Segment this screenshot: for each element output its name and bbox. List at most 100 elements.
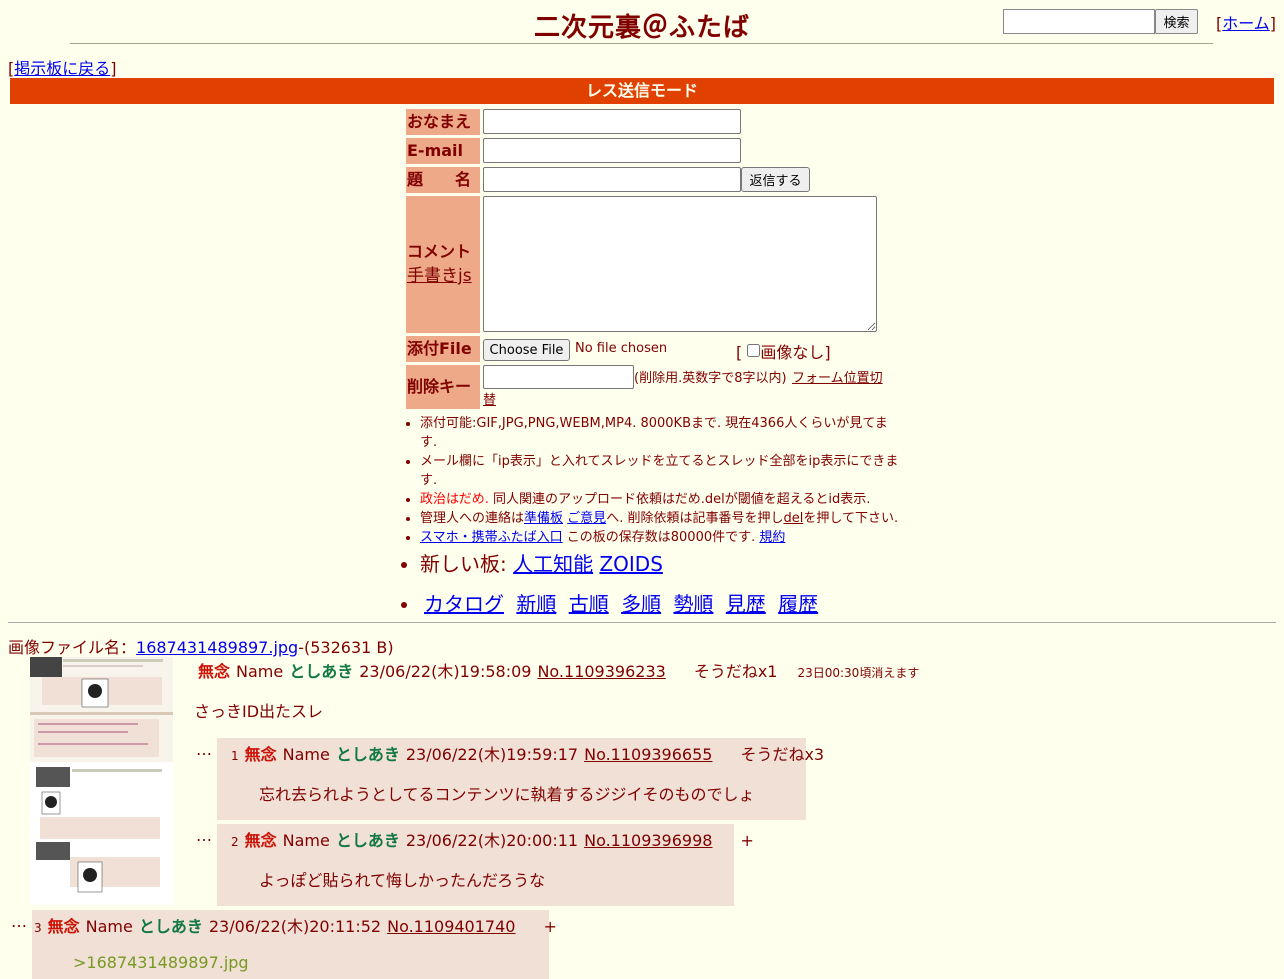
note-contact: 管理人への連絡は準備板 ご意見へ. 削除依頼は記事番号を押しdelを押して下さい… (420, 509, 902, 528)
reply-3-post-number[interactable]: No.1109401740 (387, 917, 515, 936)
view-history-link[interactable]: 見歴 (726, 592, 766, 616)
reply-2-post-number[interactable]: No.1109396998 (584, 831, 712, 850)
reply-3-name: としあき (138, 917, 203, 936)
reply-1-body: 忘れ去られようとしてるコンテンツに執着するジジイそのものでしょ (259, 785, 755, 804)
mobile-entrance-link[interactable]: スマホ・携帯ふたば入口 (420, 530, 563, 545)
reply-1-name: としあき (335, 745, 400, 764)
terms-link[interactable]: 規約 (759, 530, 785, 545)
reply-3-number: 3 (34, 921, 42, 935)
file-size: -(532631 B) (298, 638, 394, 657)
no-image-checkbox[interactable] (747, 344, 761, 357)
note-rules: 政治はだめ. 同人関連のアップロード依頼はだめ.delが閾値を超えるとid表示. (420, 490, 902, 509)
reply-1-header: 1 無念 Name としあき 23/06/22(木)19:59:17 No.1109396… (231, 741, 830, 765)
op-body: さっきID出たスレ (194, 702, 324, 721)
file-info-label: 画像ファイル名： (8, 638, 137, 657)
note-no-politics: 政治はだめ. (420, 492, 489, 507)
form-position-toggle-link[interactable]: フォーム位置切替 (483, 368, 883, 412)
name-field[interactable] (483, 109, 741, 134)
file-info: 画像ファイル名：1687431489897.jpg-(532631 B) (8, 634, 394, 658)
del-link[interactable]: del (783, 511, 803, 526)
reply-3-date: 23/06/22(木)20:11:52 (208, 917, 382, 936)
op-subject: 無念 (198, 662, 231, 681)
submit-reply-button[interactable]: 返信する (741, 167, 810, 192)
back-nav: [掲示板に戻る] (8, 59, 117, 78)
note-storage-text: この板の保存数は80000件です. (562, 530, 756, 545)
no-file-text: No file chosen (575, 341, 668, 356)
reply-2-header: 2 無念 Name としあき 23/06/22(木)20:00:11 No.1109396… (231, 827, 760, 851)
tegaki-link[interactable]: 手書きjs (407, 266, 472, 286)
post-history-link[interactable]: 履歴 (778, 592, 818, 616)
op-name-label: Name (236, 662, 284, 681)
reply-2-date: 23/06/22(木)20:00:11 (405, 831, 579, 850)
reply-1-number: 1 (231, 749, 239, 763)
catalog-link[interactable]: カタログ (424, 592, 504, 616)
note-rules-text: 同人関連のアップロード依頼はだめ.delが閾値を超えるとid表示. (488, 492, 871, 507)
thumbnail-image (30, 657, 173, 905)
reply-3-dots: … (11, 912, 27, 931)
reply-2-number: 2 (231, 835, 239, 849)
note-delete-text: へ. 削除依頼は記事番号を押し (606, 511, 784, 526)
reply-1-date: 23/06/22(木)19:59:17 (405, 745, 579, 764)
op-name: としあき (289, 662, 354, 681)
board-link-ai[interactable]: 人工知能 (513, 552, 593, 576)
junbi-board-link[interactable]: 準備板 (524, 511, 563, 526)
note-mobile: スマホ・携帯ふたば入口 この板の保存数は80000件です. 規約 (420, 528, 902, 547)
search-input[interactable] (1003, 9, 1155, 34)
thread-thumbnail[interactable] (30, 657, 173, 905)
op-post-header: 無念 Name としあき 23/06/22(木)19:58:09 No.11093962… (198, 658, 925, 682)
board-notes: 添付可能:GIF,JPG,PNG,WEBM,MP4. 8000KBまで. 現在4… (402, 414, 902, 617)
name-label: おなまえ (406, 109, 480, 135)
reply-mode-banner: レス送信モード (10, 78, 1274, 104)
sort-many-link[interactable]: 多順 (621, 592, 661, 616)
search-button[interactable]: 検索 (1155, 9, 1198, 34)
reply-1-subject: 無念 (244, 745, 277, 764)
image-file-link[interactable]: 1687431489897.jpg (136, 638, 298, 657)
no-image-label: 画像なし (760, 343, 825, 362)
note-delete-end: を押して下さい. (803, 511, 899, 526)
reply-3-subject: 無念 (47, 917, 80, 936)
op-post-number[interactable]: No.1109396233 (537, 662, 665, 681)
op-expire-text: 23日00:30頃消えます (797, 666, 920, 680)
title-divider (70, 43, 1213, 44)
comment-label-cell: コメント 手書きjs (406, 196, 480, 333)
comment-label: コメント (407, 242, 472, 261)
choose-file-button[interactable]: Choose File (483, 339, 570, 361)
delete-key-label: 削除キー (406, 365, 480, 409)
email-field[interactable] (483, 138, 741, 163)
op-sodane-button[interactable]: そうだねx1 (694, 662, 778, 681)
reply-3-header: 3 無念 Name としあき 23/06/22(木)20:11:52 No.1109401… (34, 913, 563, 937)
feedback-link[interactable]: ご意見 (567, 511, 606, 526)
home-nav: [ホーム] (1216, 14, 1277, 33)
reply-3-body: >1687431489897.jpg (73, 953, 249, 972)
reply-2-body: よっぽど貼られて悔しかったんだろうな (259, 871, 546, 890)
thread-divider (8, 622, 1276, 623)
sort-momentum-link[interactable]: 勢順 (673, 592, 713, 616)
subject-field[interactable] (483, 167, 741, 192)
reply-1-post-number[interactable]: No.1109396655 (584, 745, 712, 764)
sort-new-link[interactable]: 新順 (516, 592, 556, 616)
reply-1-name-label: Name (282, 745, 330, 764)
new-boards-label: 新しい板: (420, 552, 514, 576)
reply-2-subject: 無念 (244, 831, 277, 850)
reply-2-dots: … (196, 826, 212, 845)
sort-old-link[interactable]: 古順 (569, 592, 609, 616)
comment-textarea[interactable] (483, 196, 877, 332)
no-image-option: [ 画像なし] (736, 343, 831, 362)
reply-3-sodane-button[interactable]: + (543, 917, 556, 936)
reply-1-sodane-button[interactable]: そうだねx3 (740, 745, 824, 764)
email-label: E-mail (406, 138, 480, 164)
home-link[interactable]: ホーム (1222, 14, 1270, 33)
note-filetypes: 添付可能:GIF,JPG,PNG,WEBM,MP4. 8000KBまで. 現在4… (420, 414, 902, 452)
board-link-zoids[interactable]: ZOIDS (599, 552, 662, 576)
sort-links: カタログ 新順 古順 多順 勢順 見歴 履歴 (420, 591, 902, 617)
reply-3-name-label: Name (85, 917, 133, 936)
reply-2-sodane-button[interactable]: + (740, 831, 753, 850)
back-to-board-link[interactable]: 掲示板に戻る (14, 59, 110, 78)
reply-1-dots: … (196, 740, 212, 759)
op-date: 23/06/22(木)19:58:09 (359, 662, 532, 681)
file-label: 添付File (406, 336, 480, 362)
note-contact-text: 管理人への連絡は (420, 511, 525, 526)
note-ip-display: メール欄に「ip表示」と入れてスレッドを立てるとスレッド全部をip表示にできます… (420, 452, 902, 490)
reply-2-name: としあき (335, 831, 400, 850)
reply-2-name-label: Name (282, 831, 330, 850)
